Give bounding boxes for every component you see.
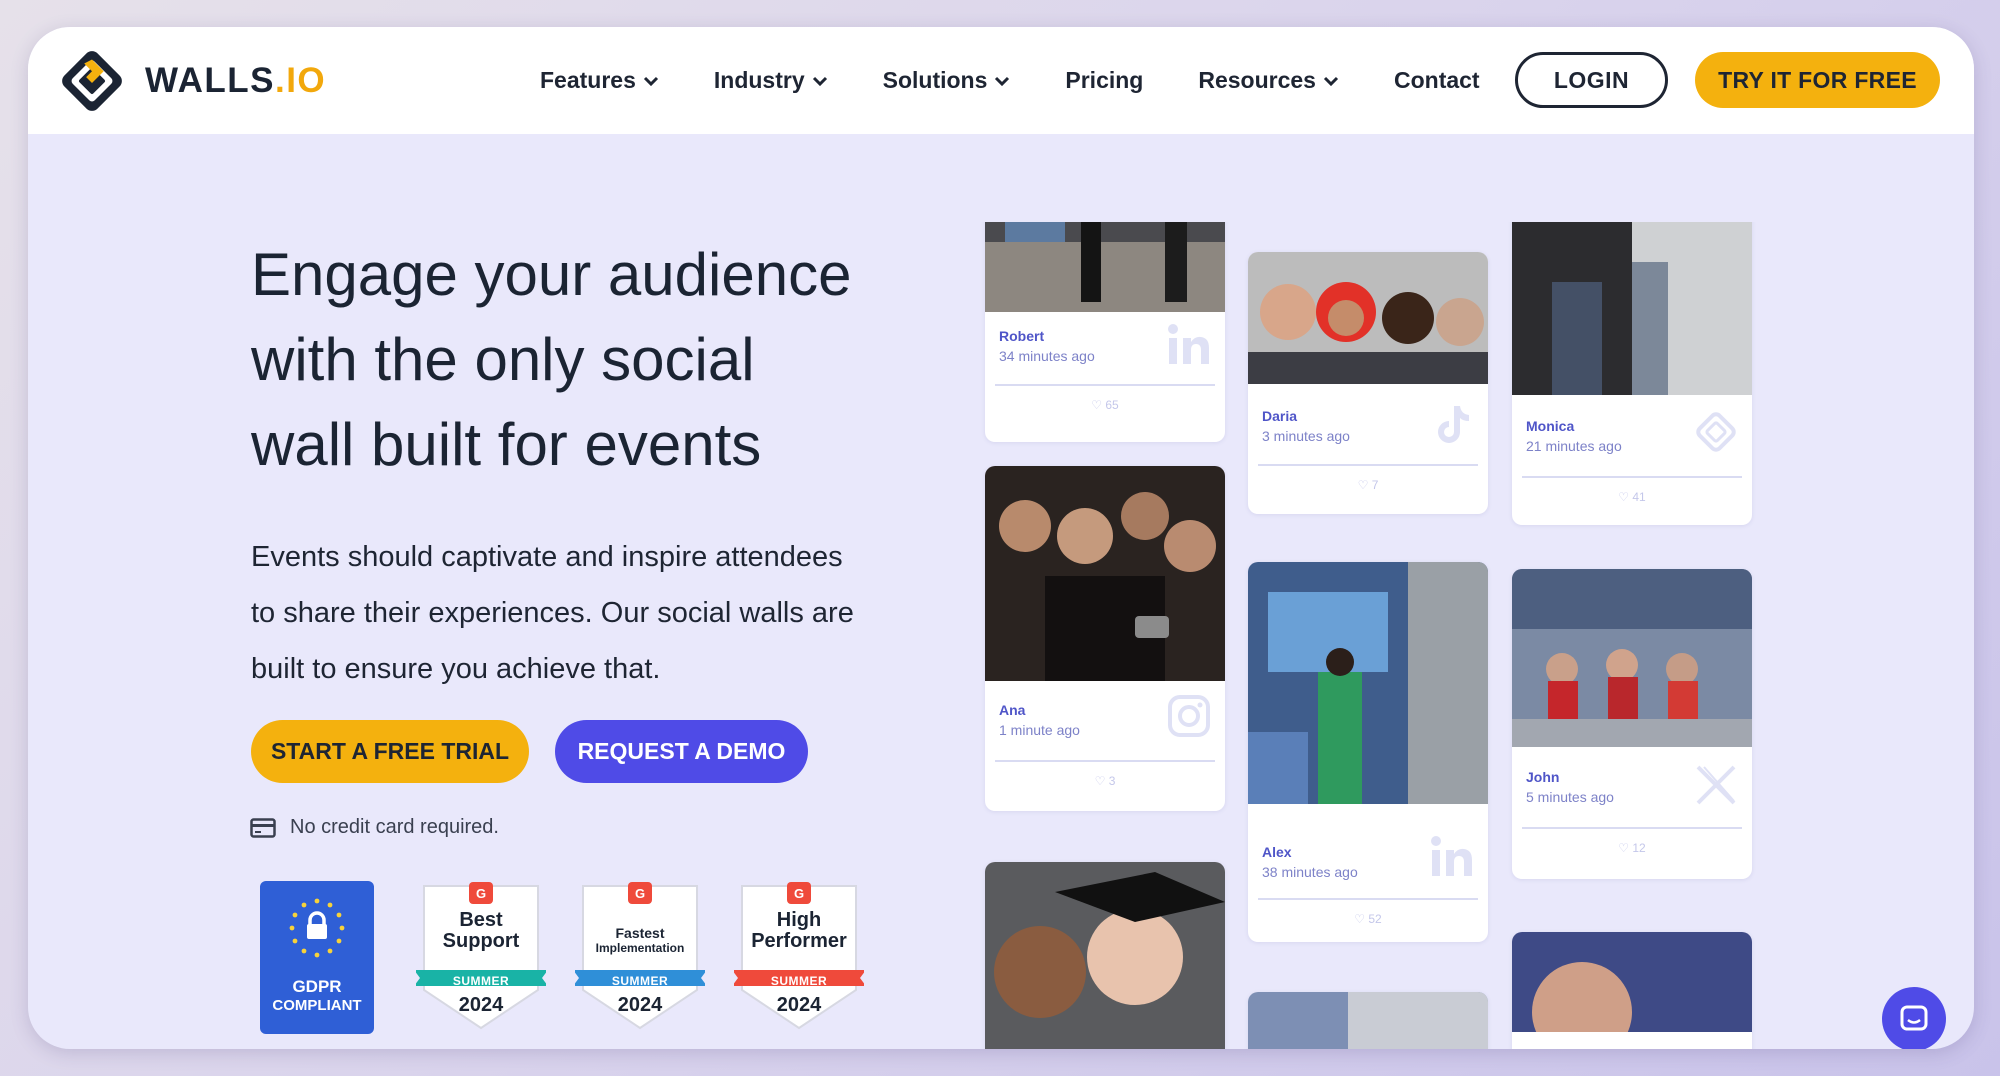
wall-post-card[interactable]: Daria 3 minutes ago ♡ 7 (1248, 252, 1488, 514)
wall-post-card[interactable]: Robert 34 minutes ago ♡ 65 (985, 222, 1225, 442)
g2-badge-best-support: G Best Support SUMMER 2024 (416, 882, 546, 1032)
linkedin-icon (1431, 836, 1472, 876)
post-photo (985, 466, 1225, 681)
hero-headline: Engage your audience with the only socia… (251, 241, 852, 478)
g2-badge-fastest-implementation: G Fastest Implementation SUMMER 2024 (575, 882, 705, 1032)
likes-count: ♡ 65 (1091, 398, 1119, 412)
browser-frame: WALLS.IO Features Industry Solutions Pri… (28, 27, 1974, 1049)
chat-icon (1900, 1005, 1928, 1031)
nav-features[interactable]: Features (540, 67, 659, 94)
likes-count: ♡ 7 (1357, 478, 1379, 492)
instagram-icon (1168, 695, 1210, 737)
nav-industry[interactable]: Industry (714, 67, 828, 94)
tiktok-icon (1438, 406, 1469, 443)
chevron-down-icon (1323, 76, 1339, 86)
wall-post-card[interactable] (1248, 992, 1488, 1049)
wall-post-card[interactable]: Alex 38 minutes ago ♡ 52 (1248, 562, 1488, 942)
svg-text:G: G (476, 886, 486, 901)
nav-contact[interactable]: Contact (1394, 67, 1480, 94)
main-nav: Features Industry Solutions Pricing Reso… (540, 27, 1535, 134)
post-photo (1512, 222, 1752, 395)
site-header: WALLS.IO Features Industry Solutions Pri… (28, 27, 1974, 134)
likes-count: ♡ 41 (1618, 490, 1646, 504)
request-demo-button[interactable]: REQUEST A DEMO (555, 720, 808, 783)
eu-lock-icon (289, 898, 345, 958)
nav-solutions[interactable]: Solutions (883, 67, 1011, 94)
post-photo (985, 862, 1225, 1049)
hero-subtext: Events should captivate and inspire atte… (251, 541, 854, 685)
brand-logo[interactable]: WALLS.IO (53, 42, 326, 120)
likes-count: ♡ 12 (1618, 841, 1646, 855)
post-photo (1512, 569, 1752, 747)
wall-post-card[interactable]: Monica 21 minutes ago ♡ 41 (1512, 222, 1752, 525)
svg-text:G: G (794, 886, 804, 901)
post-photo (1248, 562, 1488, 804)
post-photo (985, 222, 1225, 312)
post-photo (1248, 252, 1488, 384)
walls-logo-icon (62, 51, 122, 111)
svg-text:G: G (635, 886, 645, 901)
post-photo (1512, 932, 1752, 1032)
nav-pricing[interactable]: Pricing (1065, 67, 1143, 94)
no-credit-card-note: No credit card required. (250, 816, 499, 839)
wall-post-card[interactable] (985, 862, 1225, 1049)
likes-count: ♡ 3 (1094, 774, 1116, 788)
g2-badge-high-performer: G High Performer SUMMER 2024 (734, 882, 864, 1032)
chevron-down-icon (643, 76, 658, 86)
wall-post-card[interactable] (1512, 932, 1752, 1049)
social-wall-preview: Robert 34 minutes ago ♡ 65 Ana 1 minute … (963, 222, 1773, 1049)
linkedin-icon (1168, 324, 1209, 364)
chat-launcher-button[interactable] (1882, 987, 1946, 1049)
login-button[interactable]: LOGIN (1515, 52, 1668, 108)
nav-resources[interactable]: Resources (1198, 67, 1339, 94)
chevron-down-icon (812, 76, 827, 86)
wall-post-card[interactable]: John 5 minutes ago ♡ 12 (1512, 569, 1752, 879)
chevron-down-icon (995, 76, 1010, 86)
x-icon (1696, 765, 1736, 805)
try-free-button[interactable]: TRY IT FOR FREE (1695, 52, 1940, 108)
walls-icon (1696, 412, 1736, 452)
credit-card-icon (250, 817, 276, 838)
likes-count: ♡ 52 (1354, 912, 1382, 926)
post-photo (1248, 992, 1488, 1049)
brand-name: WALLS.IO (145, 61, 327, 100)
gdpr-badge: GDPR COMPLIANT (260, 881, 374, 1034)
wall-post-card[interactable]: Ana 1 minute ago ♡ 3 (985, 466, 1225, 811)
start-free-trial-button[interactable]: START A FREE TRIAL (251, 720, 529, 783)
